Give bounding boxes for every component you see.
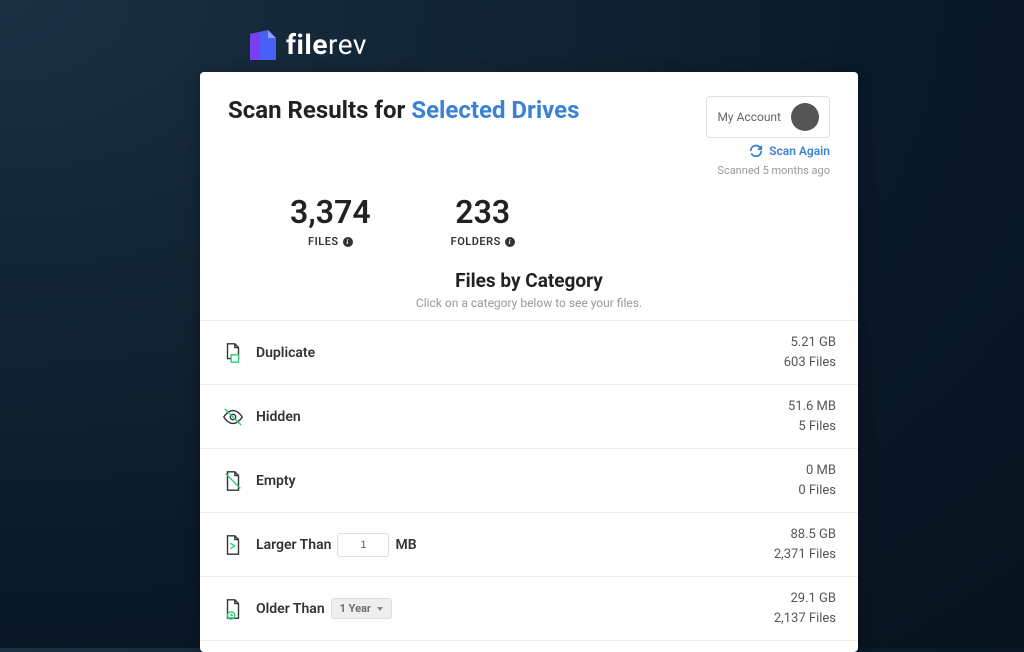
larger-than-input[interactable] [337, 533, 389, 557]
category-older-than[interactable]: Older Than 1 Year 29.1 GB 2,137 Files [200, 577, 858, 641]
files-stat[interactable]: 3,374 FILESi [290, 195, 371, 249]
my-account-button[interactable]: My Account [706, 96, 830, 138]
folders-stat[interactable]: 233 FOLDERSi [451, 195, 515, 249]
category-hidden[interactable]: Hidden 51.6 MB 5 Files [200, 385, 858, 449]
stats-row: 3,374 FILESi 233 FOLDERSi [290, 177, 858, 263]
category-not-owned[interactable]: Not Owned By Me 88 GB 3,260 Files [200, 641, 858, 652]
info-icon[interactable]: i [343, 237, 353, 247]
section-subtitle: Click on a category below to see your fi… [200, 296, 858, 310]
category-empty[interactable]: Empty 0 MB 0 Files [200, 449, 858, 513]
category-larger-than[interactable]: Larger Than MB 88.5 GB 2,371 Files [200, 513, 858, 577]
selected-drives-link[interactable]: Selected Drives [411, 96, 579, 124]
category-list: Duplicate 5.21 GB 603 Files Hidden 51.6 … [200, 320, 858, 652]
page-title: Scan Results for Selected Drives [228, 96, 579, 124]
scan-again-button[interactable]: Scan Again [749, 144, 830, 158]
older-than-select[interactable]: 1 Year [331, 598, 392, 619]
refresh-icon [749, 144, 763, 158]
results-card: Scan Results for Selected Drives My Acco… [200, 72, 858, 652]
hidden-icon [222, 406, 244, 428]
larger-icon [222, 534, 244, 556]
duplicate-icon [222, 342, 244, 364]
info-icon[interactable]: i [505, 237, 515, 247]
empty-icon [222, 470, 244, 492]
scanned-timestamp: Scanned 5 months ago [717, 164, 830, 177]
section-title: Files by Category [200, 269, 858, 292]
category-duplicate[interactable]: Duplicate 5.21 GB 603 Files [200, 321, 858, 385]
card-header: Scan Results for Selected Drives My Acco… [200, 72, 858, 177]
logo-icon [250, 30, 276, 60]
older-icon [222, 598, 244, 620]
brand-logo: filerev [250, 28, 367, 61]
avatar [791, 103, 819, 131]
